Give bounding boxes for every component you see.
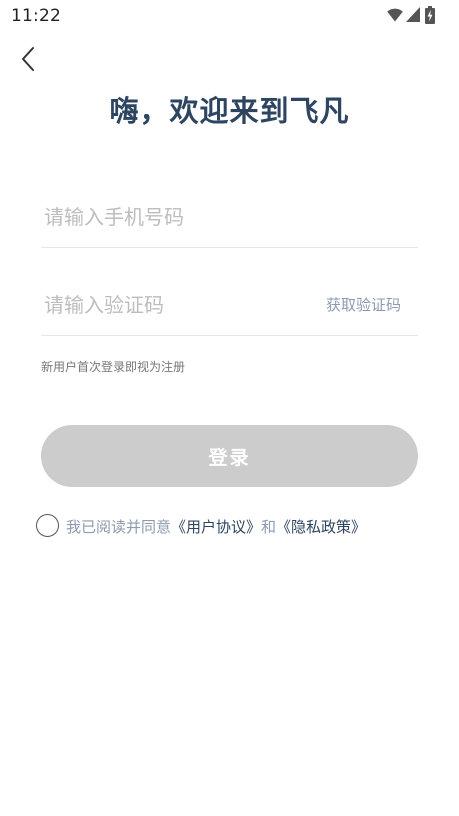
wifi-icon [387, 8, 403, 22]
privacy-policy-link[interactable]: 《隐私政策》 [276, 518, 366, 536]
status-time: 11:22 [11, 6, 61, 26]
phone-input[interactable] [44, 202, 414, 232]
register-hint: 新用户首次登录即视为注册 [41, 360, 186, 374]
agreement-checkbox[interactable] [36, 514, 59, 537]
agreement-text: 我已阅读并同意《用户协议》和《隐私政策》 [66, 516, 366, 537]
get-code-button[interactable]: 获取验证码 [326, 294, 401, 315]
agreement-row: 我已阅读并同意《用户协议》和《隐私政策》 [36, 513, 436, 537]
back-button[interactable] [14, 44, 42, 74]
verification-code-input[interactable] [44, 290, 304, 320]
code-field-row: 获取验证码 [41, 276, 418, 336]
user-agreement-link[interactable]: 《用户协议》 [171, 518, 261, 536]
login-button[interactable]: 登录 [41, 425, 418, 487]
status-bar: 11:22 [0, 0, 459, 32]
page-title: 嗨，欢迎来到飞凡 [109, 94, 350, 128]
agreement-prefix: 我已阅读并同意 [66, 518, 172, 536]
phone-field-row [41, 188, 418, 248]
cell-signal-icon [406, 7, 420, 22]
login-screen: 11:22 嗨，欢迎来到飞凡 获取验证码 新用户首次登录即视为注册 登录 [0, 0, 459, 816]
agreement-and: 和 [261, 518, 277, 536]
chevron-left-icon [22, 47, 34, 71]
battery-charging-icon [425, 6, 435, 24]
